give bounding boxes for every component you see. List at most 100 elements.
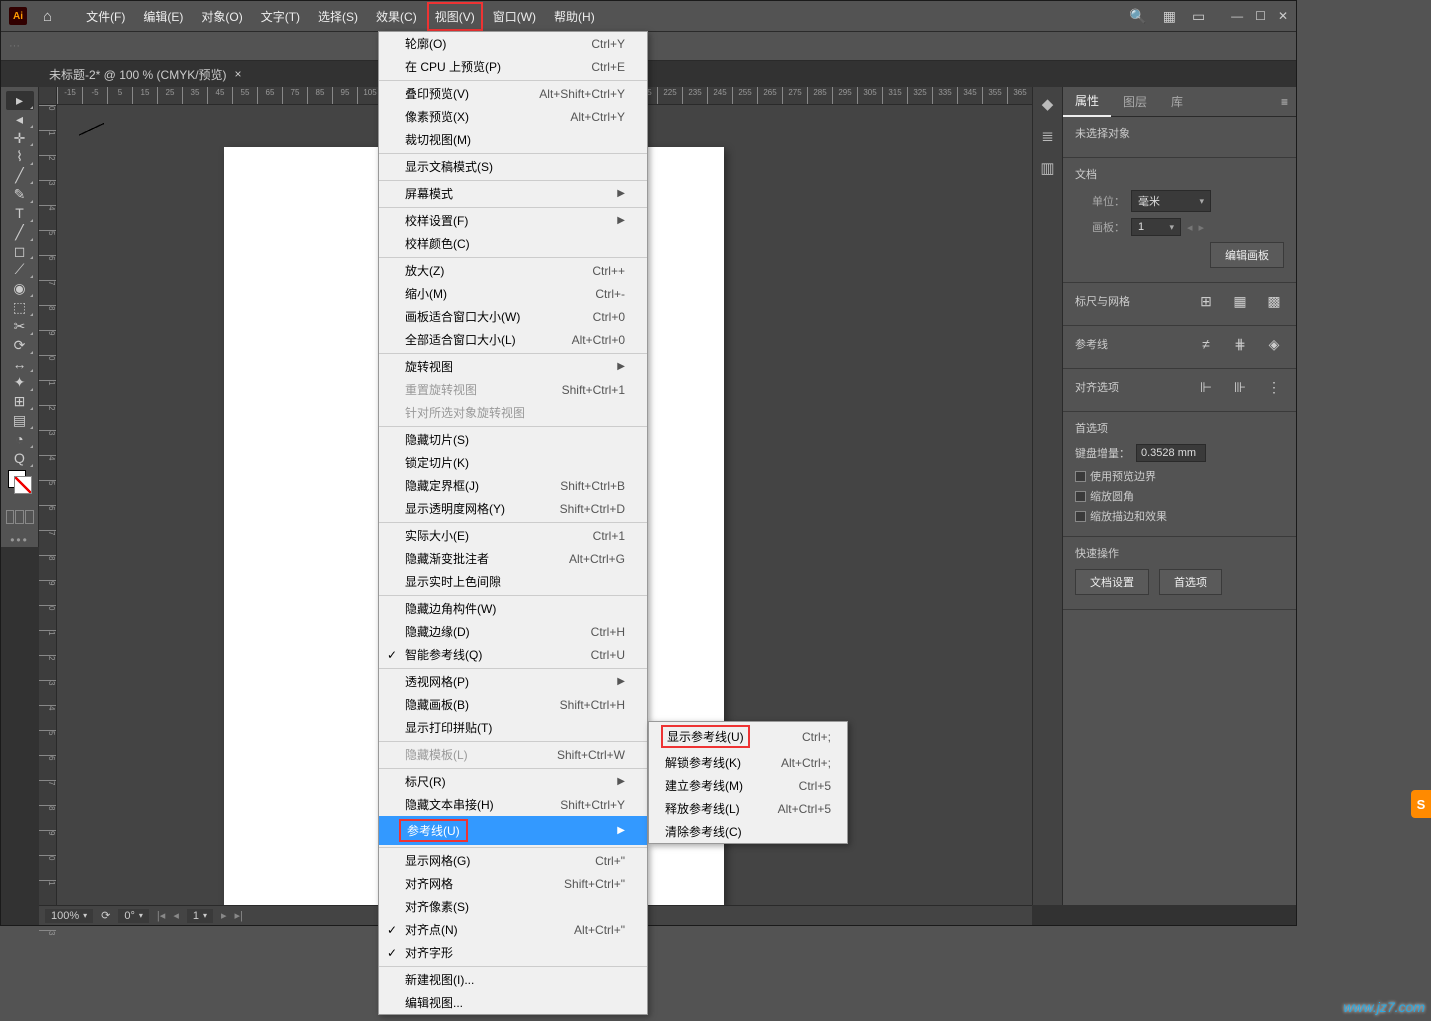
sogou-ime-icon[interactable]: S <box>1411 790 1431 818</box>
menu-文件[interactable]: 文件(F) <box>78 2 133 31</box>
menu-编辑[interactable]: 编辑(E) <box>135 2 191 31</box>
menu-item[interactable]: 像素预览(X)Alt+Ctrl+Y <box>379 105 647 128</box>
menu-item[interactable]: 画板适合窗口大小(W)Ctrl+0 <box>379 305 647 328</box>
snap-icon[interactable]: ◈ <box>1264 334 1284 354</box>
menu-item[interactable]: 显示网格(G)Ctrl+" <box>379 847 647 872</box>
menu-选择[interactable]: 选择(S) <box>310 2 366 31</box>
tool-4[interactable]: ╱ <box>6 166 34 185</box>
transparency-icon[interactable]: ▩ <box>1264 291 1284 311</box>
next-artboard-icon[interactable]: ▸ <box>1199 221 1205 234</box>
tool-16[interactable]: ⊞ <box>6 392 34 411</box>
menu-item[interactable]: 对齐网格Shift+Ctrl+" <box>379 872 647 895</box>
tool-18[interactable]: ◔ <box>6 430 34 449</box>
angle-dropdown[interactable]: 0°▾ <box>118 909 149 923</box>
submenu-item[interactable]: 释放参考线(L)Alt+Ctrl+5 <box>649 797 847 820</box>
guides-lock-icon[interactable]: ⋕ <box>1230 334 1250 354</box>
menu-item[interactable]: 显示文稿模式(S) <box>379 153 647 178</box>
menu-视图[interactable]: 视图(V) <box>427 2 483 31</box>
edit-artboard-button[interactable]: 编辑画板 <box>1210 242 1284 268</box>
scale-strokes-checkbox[interactable]: 缩放描边和效果 <box>1075 508 1284 524</box>
menu-窗口[interactable]: 窗口(W) <box>485 2 544 31</box>
menu-帮助[interactable]: 帮助(H) <box>546 2 603 31</box>
menu-item[interactable]: 显示透明度网格(Y)Shift+Ctrl+D <box>379 497 647 520</box>
menu-item[interactable]: 全部适合窗口大小(L)Alt+Ctrl+0 <box>379 328 647 351</box>
tool-12[interactable]: ✂ <box>6 317 34 336</box>
tool-8[interactable]: ◻ <box>6 242 34 261</box>
tool-17[interactable]: ▤ <box>6 411 34 430</box>
menu-item[interactable]: 隐藏边角构件(W) <box>379 595 647 620</box>
document-setup-button[interactable]: 文档设置 <box>1075 569 1149 595</box>
preview-bounds-checkbox[interactable]: 使用预览边界 <box>1075 468 1284 484</box>
unit-dropdown[interactable]: 毫米▾ <box>1131 190 1211 212</box>
menu-item[interactable]: 编辑视图... <box>379 991 647 1014</box>
toolbar-more-icon[interactable]: ••• <box>10 533 29 547</box>
menu-item[interactable]: 参考线(U)▶ <box>379 816 647 845</box>
panel-menu-icon[interactable]: ≡ <box>1281 95 1288 109</box>
menu-item[interactable]: 隐藏画板(B)Shift+Ctrl+H <box>379 693 647 716</box>
menu-item[interactable]: 锁定切片(K) <box>379 451 647 474</box>
align-opt2-icon[interactable]: ⊪ <box>1230 377 1250 397</box>
menu-item[interactable]: 放大(Z)Ctrl++ <box>379 257 647 282</box>
tool-3[interactable]: ⌇ <box>6 147 34 166</box>
submenu-item[interactable]: 显示参考线(U)Ctrl+; <box>649 722 847 751</box>
menu-item[interactable]: 在 CPU 上预览(P)Ctrl+E <box>379 55 647 78</box>
prev-artboard-icon[interactable]: ◂ <box>1187 221 1193 234</box>
menu-item[interactable]: 屏幕模式▶ <box>379 180 647 205</box>
menu-item[interactable]: 对齐字形 <box>379 941 647 964</box>
tool-9[interactable]: ⟋ <box>6 260 34 279</box>
tool-7[interactable]: ╱ <box>6 223 34 242</box>
ruler-icon[interactable]: ⊞ <box>1196 291 1216 311</box>
menu-item[interactable]: 智能参考线(Q)Ctrl+U <box>379 643 647 666</box>
align-opt1-icon[interactable]: ⊩ <box>1196 377 1216 397</box>
close-button[interactable]: ✕ <box>1278 9 1288 23</box>
scale-corners-checkbox[interactable]: 缩放圆角 <box>1075 488 1284 504</box>
submenu-item[interactable]: 清除参考线(C) <box>649 820 847 843</box>
menu-item[interactable]: 显示实时上色间隙 <box>379 570 647 593</box>
document-tab[interactable]: 未标题-2* @ 100 % (CMYK/预览) × <box>39 62 252 87</box>
menu-item[interactable]: 隐藏文本串接(H)Shift+Ctrl+Y <box>379 793 647 816</box>
menu-item[interactable]: 隐藏渐变批注者Alt+Ctrl+G <box>379 547 647 570</box>
tool-14[interactable]: ↔ <box>6 355 34 374</box>
preferences-button[interactable]: 首选项 <box>1159 569 1222 595</box>
rotate-icon[interactable]: ⟳ <box>101 909 110 922</box>
page-dropdown[interactable]: 1▾ <box>187 909 213 923</box>
keyboard-increment-input[interactable] <box>1136 444 1206 462</box>
tool-5[interactable]: ✎ <box>6 185 34 204</box>
align-opt3-icon[interactable]: ⋮ <box>1264 377 1284 397</box>
menu-item[interactable]: 校样设置(F)▶ <box>379 207 647 232</box>
tool-6[interactable]: T <box>6 204 34 223</box>
menu-文字[interactable]: 文字(T) <box>253 2 308 31</box>
submenu-item[interactable]: 建立参考线(M)Ctrl+5 <box>649 774 847 797</box>
menu-item[interactable]: 旋转视图▶ <box>379 353 647 378</box>
menu-item[interactable]: 对齐点(N)Alt+Ctrl+" <box>379 918 647 941</box>
libraries-strip-icon[interactable]: ▥ <box>1040 159 1054 177</box>
frame-icon[interactable]: ▭ <box>1192 8 1205 25</box>
tab-layers[interactable]: 图层 <box>1111 87 1159 116</box>
menu-item[interactable]: 标尺(R)▶ <box>379 768 647 793</box>
minimize-button[interactable]: ― <box>1231 9 1243 23</box>
ruler-corner[interactable] <box>39 87 57 105</box>
close-icon[interactable]: × <box>235 67 242 81</box>
home-icon[interactable]: ⌂ <box>43 8 52 25</box>
menu-item[interactable]: 隐藏切片(S) <box>379 426 647 451</box>
tool-19[interactable]: Q <box>6 449 34 468</box>
menu-item[interactable]: 轮廓(O)Ctrl+Y <box>379 32 647 55</box>
maximize-button[interactable]: ☐ <box>1255 9 1266 23</box>
menu-item[interactable]: 隐藏定界框(J)Shift+Ctrl+B <box>379 474 647 497</box>
grid-icon[interactable]: ▦ <box>1230 291 1250 311</box>
guides-toggle-icon[interactable]: ≠ <box>1196 334 1216 354</box>
zoom-dropdown[interactable]: 100%▾ <box>45 909 93 923</box>
tool-15[interactable]: ✦ <box>6 373 34 392</box>
menu-item[interactable]: 显示打印拼贴(T) <box>379 716 647 739</box>
tool-11[interactable]: ⬚ <box>6 298 34 317</box>
tool-10[interactable]: ◉ <box>6 279 34 298</box>
layers-strip-icon[interactable]: ≣ <box>1041 127 1054 145</box>
menu-item[interactable]: 叠印预览(V)Alt+Shift+Ctrl+Y <box>379 80 647 105</box>
arrange-icon[interactable]: ▦ <box>1163 8 1176 25</box>
menu-item[interactable]: 隐藏边缘(D)Ctrl+H <box>379 620 647 643</box>
menu-效果[interactable]: 效果(C) <box>368 2 425 31</box>
artboard-dropdown[interactable]: 1▾ <box>1131 218 1181 236</box>
tab-properties[interactable]: 属性 <box>1063 86 1111 117</box>
menu-对象[interactable]: 对象(O) <box>193 2 250 31</box>
properties-strip-icon[interactable]: ◆ <box>1042 95 1054 113</box>
